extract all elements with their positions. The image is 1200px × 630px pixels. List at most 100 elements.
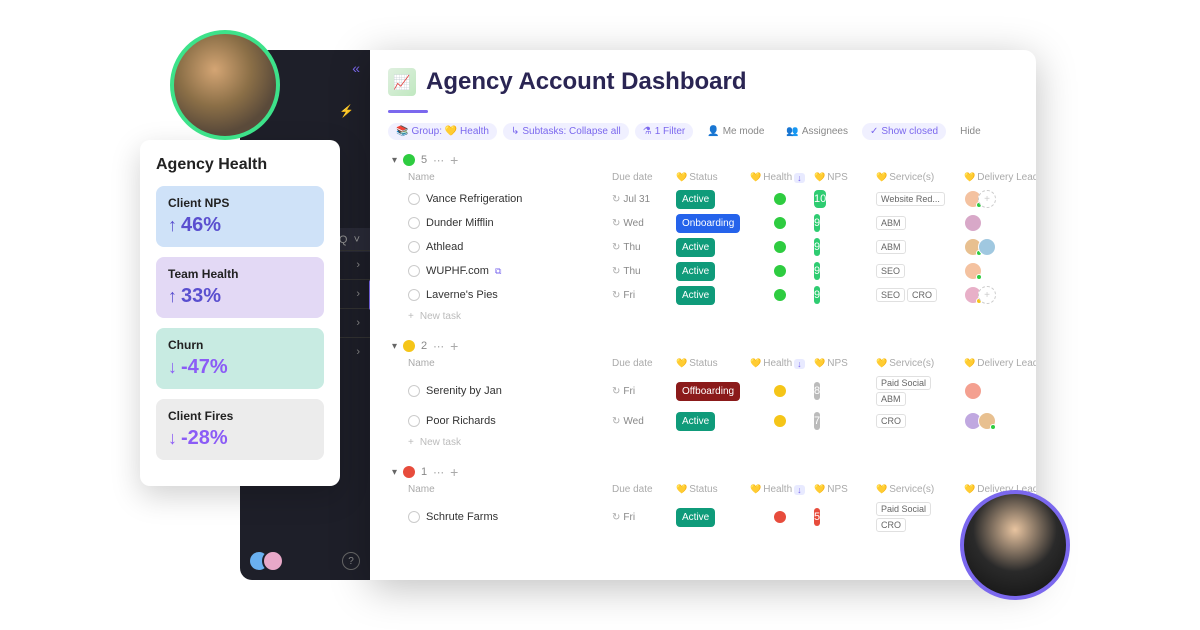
filter-pill[interactable]: ⚗ 1 Filter	[635, 123, 694, 140]
add-lead-icon[interactable]: +	[978, 190, 996, 208]
task-row[interactable]: Schrute Farms ↻Fri Active 5 Paid SocialC…	[388, 499, 1036, 535]
health-dot[interactable]	[774, 289, 786, 301]
group-add-icon[interactable]: +	[450, 152, 458, 168]
col-delivery-lead[interactable]: 💛Delivery Lead	[964, 358, 1036, 369]
leads-cell[interactable]	[964, 238, 1036, 256]
leads-cell[interactable]	[964, 262, 1036, 280]
health-dot[interactable]	[774, 241, 786, 253]
nps-pill[interactable]: 10	[814, 190, 826, 208]
col-health[interactable]: 💛Health↓	[750, 484, 810, 495]
add-lead-icon[interactable]: +	[978, 286, 996, 304]
services-cell[interactable]: Paid SocialCRO	[876, 502, 960, 532]
task-status-circle[interactable]	[408, 217, 420, 229]
services-cell[interactable]: Paid SocialABM	[876, 376, 960, 406]
col-health[interactable]: 💛Health↓	[750, 358, 810, 369]
nps-pill[interactable]: 9	[814, 238, 820, 256]
group-by-pill[interactable]: 📚 Group: 💛 Health	[388, 123, 497, 140]
due-date-cell[interactable]: ↻Wed	[612, 416, 672, 427]
nps-pill[interactable]: 9	[814, 214, 820, 232]
status-pill[interactable]: Active	[676, 412, 715, 431]
new-task-button[interactable]: + New task	[388, 307, 1036, 326]
col-health[interactable]: 💛Health↓	[750, 172, 810, 183]
health-dot[interactable]	[774, 415, 786, 427]
leads-cell[interactable]	[964, 412, 1036, 430]
new-task-button[interactable]: + New task	[388, 433, 1036, 452]
health-dot[interactable]	[774, 217, 786, 229]
task-status-circle[interactable]	[408, 385, 420, 397]
col-nps[interactable]: 💛NPS	[814, 172, 872, 183]
col-status[interactable]: 💛Status	[676, 358, 746, 369]
task-row[interactable]: Poor Richards ↻Wed Active 7 CRO	[388, 409, 1036, 433]
sidebar-icon-bolt[interactable]: ⚡	[331, 98, 362, 124]
task-row[interactable]: Laverne's Pies ↻Fri Active 9 SEOCRO +	[388, 283, 1036, 307]
lead-avatar[interactable]	[978, 238, 996, 256]
leads-cell[interactable]: +	[964, 286, 1036, 304]
due-date-cell[interactable]: ↻Fri	[612, 386, 672, 397]
col-due-date[interactable]: Due date	[612, 484, 672, 495]
health-dot[interactable]	[774, 511, 786, 523]
col-due-date[interactable]: Due date	[612, 358, 672, 369]
col-due-date[interactable]: Due date	[612, 172, 672, 183]
health-dot[interactable]	[774, 265, 786, 277]
services-cell[interactable]: ABM	[876, 216, 960, 230]
col-status[interactable]: 💛Status	[676, 484, 746, 495]
health-dot[interactable]	[774, 385, 786, 397]
status-pill[interactable]: Active	[676, 508, 715, 527]
lead-avatar[interactable]	[964, 382, 982, 400]
group-menu-icon[interactable]: ⋯	[433, 466, 444, 479]
task-status-circle[interactable]	[408, 415, 420, 427]
services-cell[interactable]: SEOCRO	[876, 288, 960, 302]
help-icon[interactable]: ?	[342, 552, 360, 570]
subtasks-pill[interactable]: ↳ Subtasks: Collapse all	[503, 123, 629, 140]
leads-cell[interactable]	[964, 382, 1036, 400]
group-add-icon[interactable]: +	[450, 464, 458, 480]
services-cell[interactable]: CRO	[876, 414, 960, 428]
col-status[interactable]: 💛Status	[676, 172, 746, 183]
external-link-icon[interactable]: ⧉	[495, 266, 501, 277]
col-name[interactable]: Name	[408, 484, 608, 495]
lead-avatar[interactable]	[978, 412, 996, 430]
col-name[interactable]: Name	[408, 358, 608, 369]
nps-pill[interactable]: 5	[814, 508, 820, 526]
task-status-circle[interactable]	[408, 241, 420, 253]
col-services[interactable]: 💛Service(s)	[876, 358, 960, 369]
task-row[interactable]: Serenity by Jan ↻Fri Offboarding 8 Paid …	[388, 373, 1036, 409]
me-mode-button[interactable]: 👤 Me mode	[699, 123, 772, 140]
task-row[interactable]: WUPHF.com ⧉ ↻Thu Active 9 SEO	[388, 259, 1036, 283]
status-pill[interactable]: Active	[676, 286, 715, 305]
lead-avatar[interactable]	[964, 262, 982, 280]
status-pill[interactable]: Onboarding	[676, 214, 740, 233]
leads-cell[interactable]	[964, 214, 1036, 232]
due-date-cell[interactable]: ↻Wed	[612, 218, 672, 229]
due-date-cell[interactable]: ↻Thu	[612, 266, 672, 277]
status-pill[interactable]: Active	[676, 190, 715, 209]
col-services[interactable]: 💛Service(s)	[876, 484, 960, 495]
assignees-button[interactable]: 👥 Assignees	[778, 123, 856, 140]
task-status-circle[interactable]	[408, 289, 420, 301]
col-delivery-lead[interactable]: 💛Delivery Lead	[964, 172, 1036, 183]
due-date-cell[interactable]: ↻Jul 31	[612, 194, 672, 205]
services-cell[interactable]: Website Red...	[876, 192, 960, 206]
nps-pill[interactable]: 7	[814, 412, 820, 430]
due-date-cell[interactable]: ↻Thu	[612, 242, 672, 253]
sidebar-collapse-icon[interactable]: «	[352, 60, 360, 76]
leads-cell[interactable]: +	[964, 190, 1036, 208]
status-pill[interactable]: Active	[676, 262, 715, 281]
due-date-cell[interactable]: ↻Fri	[612, 290, 672, 301]
due-date-cell[interactable]: ↻Fri	[612, 512, 672, 523]
col-nps[interactable]: 💛NPS	[814, 358, 872, 369]
services-cell[interactable]: SEO	[876, 264, 960, 278]
task-status-circle[interactable]	[408, 265, 420, 277]
task-status-circle[interactable]	[408, 511, 420, 523]
group-collapse-icon[interactable]: ▾	[392, 467, 397, 478]
status-pill[interactable]: Offboarding	[676, 382, 740, 401]
presence-avatars[interactable]	[248, 550, 284, 572]
col-name[interactable]: Name	[408, 172, 608, 183]
services-cell[interactable]: ABM	[876, 240, 960, 254]
health-dot[interactable]	[774, 193, 786, 205]
nps-pill[interactable]: 9	[814, 286, 820, 304]
group-menu-icon[interactable]: ⋯	[433, 340, 444, 353]
group-collapse-icon[interactable]: ▾	[392, 155, 397, 166]
col-nps[interactable]: 💛NPS	[814, 484, 872, 495]
lead-avatar[interactable]	[964, 214, 982, 232]
